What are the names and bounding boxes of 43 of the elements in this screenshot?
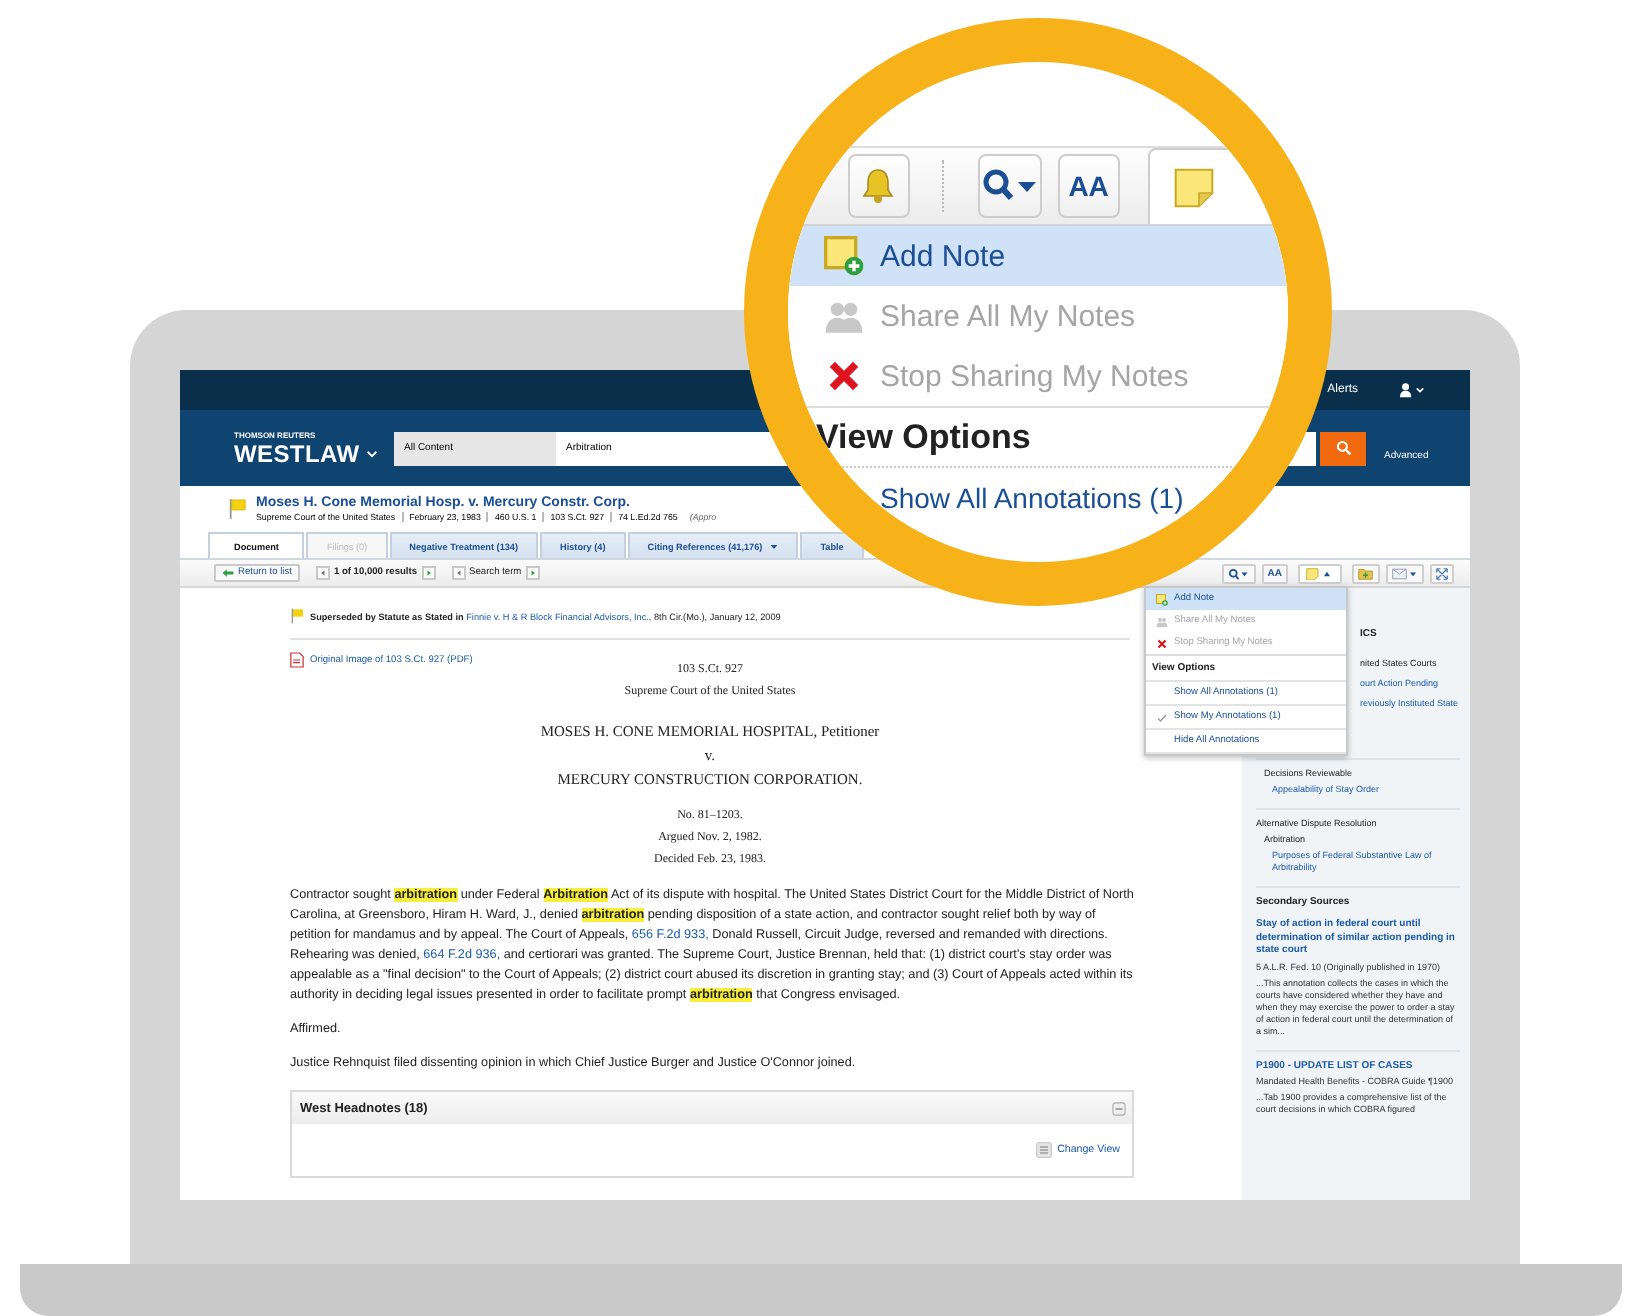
note-add-icon xyxy=(1156,593,1168,605)
search-icon xyxy=(1228,567,1250,579)
font-size-button[interactable]: AA xyxy=(1057,154,1120,218)
email-button[interactable] xyxy=(1385,563,1424,583)
flag-icon xyxy=(290,608,304,624)
right-triangle-icon xyxy=(425,570,432,576)
full-screen-button[interactable] xyxy=(1430,563,1454,583)
menu-item[interactable]: Add Note xyxy=(788,226,1288,286)
previous-button[interactable] xyxy=(315,566,330,580)
right-triangle-icon xyxy=(529,570,536,576)
caret-icon[interactable] xyxy=(365,449,378,457)
search-button[interactable] xyxy=(977,154,1042,218)
search-icon xyxy=(1335,440,1351,456)
notes-button[interactable] xyxy=(1298,563,1342,583)
left-triangle-icon xyxy=(319,570,326,576)
left-triangle-icon xyxy=(455,570,462,576)
expand-icon xyxy=(1436,567,1448,579)
next-button[interactable] xyxy=(421,566,436,580)
close-icon xyxy=(824,356,864,396)
list-icon xyxy=(1035,1142,1052,1158)
people-icon xyxy=(1156,615,1168,627)
search-icon xyxy=(979,166,1040,206)
search-button[interactable] xyxy=(1320,431,1366,465)
next-button[interactable] xyxy=(525,566,540,580)
user-icon[interactable] xyxy=(1398,382,1426,398)
note-icon xyxy=(1306,567,1334,579)
check-icon xyxy=(1156,711,1168,723)
brand-logo[interactable]: WESTLAW xyxy=(234,439,360,467)
note-icon xyxy=(1173,167,1214,207)
envelope-icon xyxy=(1391,567,1418,579)
previous-button[interactable] xyxy=(451,566,466,580)
flag-icon xyxy=(228,497,246,519)
close-icon xyxy=(1156,637,1168,649)
note-add-icon xyxy=(824,236,864,276)
collapse-icon[interactable] xyxy=(1112,1101,1126,1115)
folder-icon xyxy=(1358,567,1373,579)
search-button[interactable] xyxy=(1222,563,1256,583)
folder-button[interactable] xyxy=(1352,563,1379,583)
alert-button[interactable] xyxy=(848,154,910,218)
menu-item[interactable]: Show All Annotations (1) xyxy=(788,468,1288,528)
bell-icon xyxy=(858,166,899,206)
pdf-file-icon xyxy=(290,652,304,668)
back-arrow-icon xyxy=(222,568,234,578)
